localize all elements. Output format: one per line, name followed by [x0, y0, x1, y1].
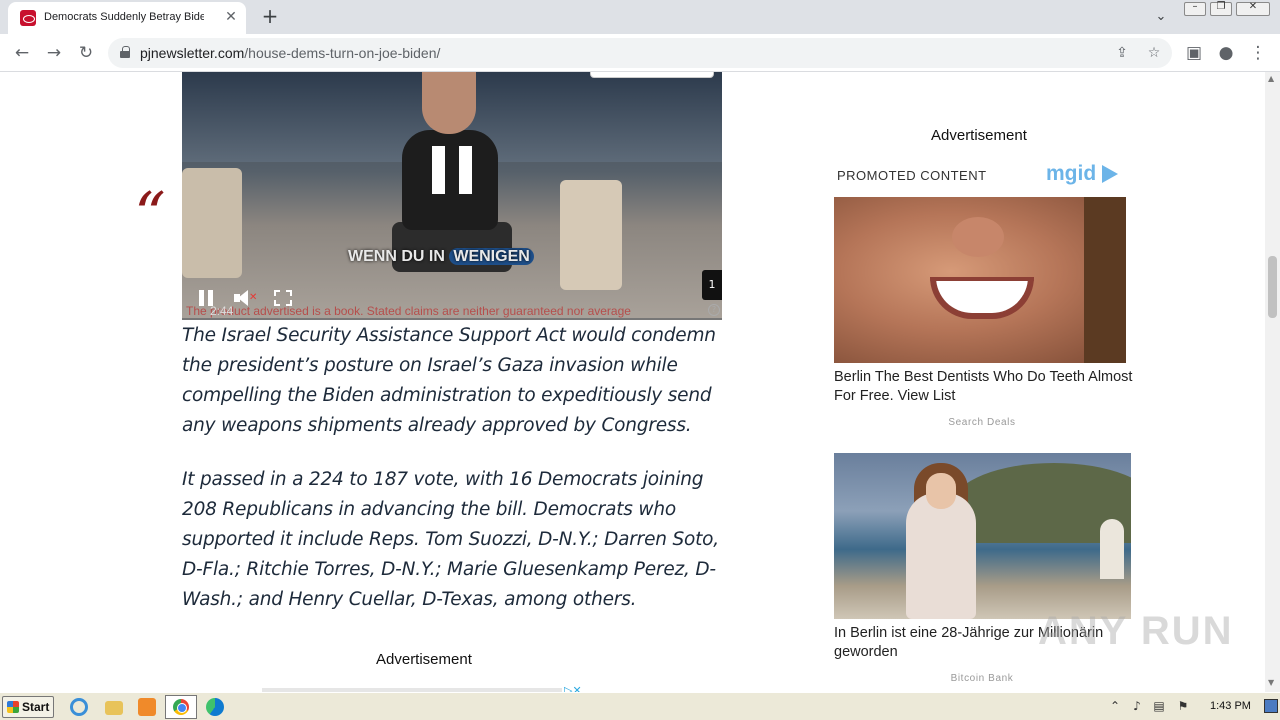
show-desktop-icon[interactable]: [1264, 699, 1278, 713]
taskbar-chrome-button[interactable]: [165, 695, 197, 719]
video-sofa: [182, 168, 242, 278]
ad-headline[interactable]: Berlin The Best Dentists Who Do Teeth Al…: [834, 368, 1134, 406]
bookmark-star-icon[interactable]: ☆: [1143, 42, 1165, 64]
tab-strip: Democrats Suddenly Betray Biden ov ✕ + ⌄…: [0, 0, 1280, 34]
scrollbar-thumb[interactable]: [1268, 256, 1277, 318]
windows-taskbar: Start ⌃ ♪ ▤ ⚑ 1:43 PM: [0, 692, 1280, 720]
side-panel-icon[interactable]: ▣: [1182, 41, 1206, 65]
taskbar-clock[interactable]: 1:43 PM: [1210, 700, 1251, 712]
ad-image-statue: [1100, 519, 1124, 579]
video-chair: [560, 180, 622, 290]
reload-icon[interactable]: ↻: [74, 41, 98, 65]
fullscreen-icon[interactable]: [274, 290, 292, 306]
chrome-icon: [173, 699, 189, 715]
forward-arrow-icon[interactable]: →: [42, 41, 66, 65]
advertisement-label: Advertisement: [376, 651, 472, 668]
video-subtitle: WENN DU IN WENIGEN: [348, 248, 534, 266]
browser-toolbar: ← → ↻ pjnewsletter.com/house-dems-turn-o…: [0, 34, 1280, 72]
url-path: /house-dems-turn-on-joe-biden/: [244, 45, 441, 61]
volume-icon[interactable]: ♪: [1130, 699, 1144, 713]
help-icon[interactable]: ?: [708, 304, 720, 316]
new-tab-button[interactable]: +: [258, 4, 282, 28]
tray-expand-icon[interactable]: ⌃: [1108, 699, 1122, 713]
tab-title: Democrats Suddenly Betray Biden ov: [44, 11, 204, 23]
video-time: 2:44: [210, 304, 234, 318]
article-paragraph: The Israel Security Assistance Support A…: [182, 325, 716, 436]
action-center-flag-icon[interactable]: ⚑: [1176, 699, 1190, 713]
tab-search-chevron-icon[interactable]: ⌄: [1150, 6, 1172, 28]
windows-logo-icon: [7, 701, 19, 713]
file-explorer-icon[interactable]: [105, 701, 123, 715]
back-arrow-icon[interactable]: ←: [10, 41, 34, 65]
network-icon[interactable]: ▤: [1152, 699, 1166, 713]
url-domain: pjnewsletter.com: [140, 45, 245, 61]
ad-image-dentist[interactable]: [834, 197, 1126, 363]
anyrun-watermark: ANY RUN: [1038, 609, 1234, 653]
profile-avatar-icon[interactable]: ●: [1214, 41, 1238, 65]
ad-image-body: [906, 493, 976, 619]
video-ad-player[interactable]: WENN DU IN WENIGEN 1 The product adverti…: [182, 72, 722, 320]
window-restore-button[interactable]: ❐: [1210, 1, 1232, 16]
subtitle-highlight: WENIGEN: [449, 248, 534, 265]
speaker-cone: [238, 290, 248, 306]
video-person-head: [422, 72, 476, 134]
pause-overlay-icon[interactable]: [432, 146, 472, 194]
start-label: Start: [22, 700, 50, 714]
window-minimize-button[interactable]: –: [1184, 1, 1206, 16]
window-close-button[interactable]: ✕: [1236, 1, 1270, 16]
internet-explorer-icon[interactable]: [70, 698, 88, 716]
start-button[interactable]: Start: [2, 696, 54, 718]
ad-index-badge: 1: [702, 270, 722, 300]
video-disclaimer: The product advertised is a book. Stated…: [186, 304, 631, 318]
ad-source[interactable]: Bitcoin Bank: [834, 673, 1130, 684]
muted-speaker-icon[interactable]: ✕: [234, 290, 258, 306]
address-bar[interactable]: pjnewsletter.com/house-dems-turn-on-joe-…: [108, 38, 1172, 68]
sidebar-advertisement-label: Advertisement: [931, 127, 1027, 144]
menu-kebab-icon[interactable]: ⋮: [1246, 41, 1270, 65]
video-progress-bar[interactable]: [182, 318, 722, 320]
subtitle-text: WENN DU IN: [348, 248, 445, 265]
lock-icon[interactable]: [120, 46, 130, 58]
video-top-overlay: [590, 72, 714, 78]
url-text[interactable]: pjnewsletter.com/house-dems-turn-on-joe-…: [140, 45, 440, 61]
ad-image-teeth: [930, 277, 1034, 319]
article-paragraph: It passed in a 224 to 187 vote, with 16 …: [182, 469, 719, 610]
ad-image-face: [926, 473, 956, 509]
media-player-icon[interactable]: [138, 698, 156, 716]
mgid-play-icon[interactable]: [1102, 165, 1118, 183]
site-favicon-icon: [20, 10, 36, 26]
promoted-content-label: PROMOTED CONTENT: [837, 168, 987, 183]
share-icon[interactable]: ⇪: [1111, 42, 1133, 64]
ad-image-hair: [1084, 197, 1126, 363]
adchoices-icon[interactable]: ▷✕: [564, 684, 582, 692]
mgid-logo[interactable]: mgid: [1046, 162, 1096, 186]
edge-icon[interactable]: [206, 698, 224, 716]
quote-mark: “: [134, 178, 166, 251]
system-tray: ⌃ ♪ ▤ ⚑ 1:43 PM: [1104, 695, 1280, 719]
web-page: WENN DU IN WENIGEN 1 The product adverti…: [0, 72, 1265, 692]
tab-close-icon[interactable]: ✕: [222, 8, 240, 26]
scroll-down-arrow-icon[interactable]: ▼: [1268, 678, 1274, 687]
mute-x-mark: ✕: [249, 292, 258, 303]
scroll-up-arrow-icon[interactable]: ▲: [1268, 74, 1274, 83]
ad-image-nose: [952, 217, 1004, 257]
ad-image-woman[interactable]: [834, 453, 1131, 619]
browser-tab[interactable]: Democrats Suddenly Betray Biden ov ✕: [8, 2, 246, 34]
ad-source[interactable]: Search Deals: [834, 417, 1130, 428]
page-scrollbar[interactable]: ▲ ▼: [1265, 72, 1280, 692]
